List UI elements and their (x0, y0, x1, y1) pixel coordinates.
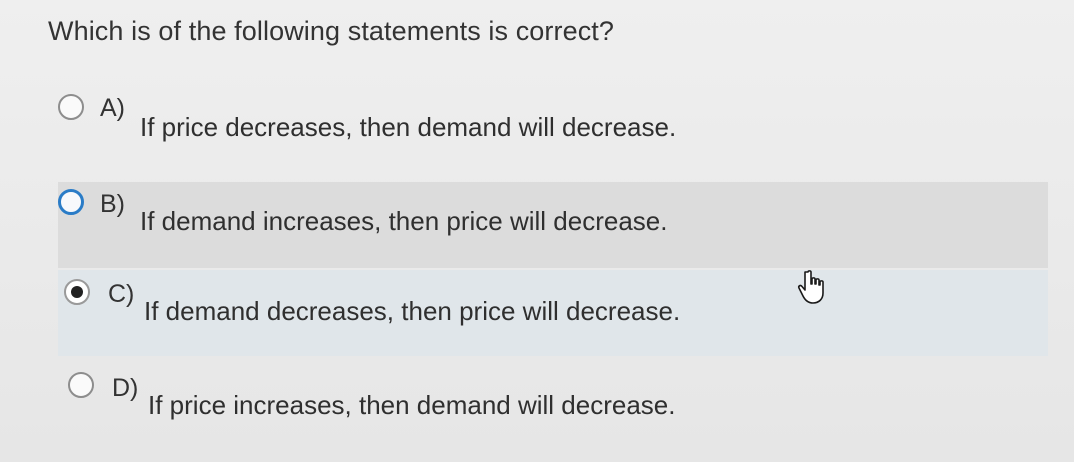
option-d[interactable]: D) If price increases, then demand will … (66, 366, 1056, 452)
option-a[interactable]: A) If price decreases, then demand will … (58, 88, 1048, 174)
option-c-letter: C) (108, 280, 135, 308)
option-d-letter: D) (112, 374, 139, 402)
option-b-label: If demand increases, then price will dec… (140, 206, 668, 236)
hand-pointer-icon (792, 268, 832, 308)
option-c[interactable]: C) If demand decreases, then price will … (58, 270, 1048, 356)
radio-a[interactable] (58, 94, 84, 120)
option-c-label: If demand decreases, then price will dec… (144, 296, 681, 326)
radio-b[interactable] (58, 189, 84, 215)
option-b-letter: B) (100, 190, 125, 218)
question-text: Which is of the following statements is … (48, 16, 615, 46)
option-a-label: If price decreases, then demand will dec… (140, 112, 677, 142)
option-b[interactable]: B) If demand increases, then price will … (58, 182, 1048, 268)
option-d-label: If price increases, then demand will dec… (148, 390, 676, 420)
radio-c-selected-dot (71, 286, 83, 298)
radio-d[interactable] (68, 372, 94, 398)
radio-c[interactable] (64, 279, 90, 305)
option-a-letter: A) (100, 94, 125, 122)
